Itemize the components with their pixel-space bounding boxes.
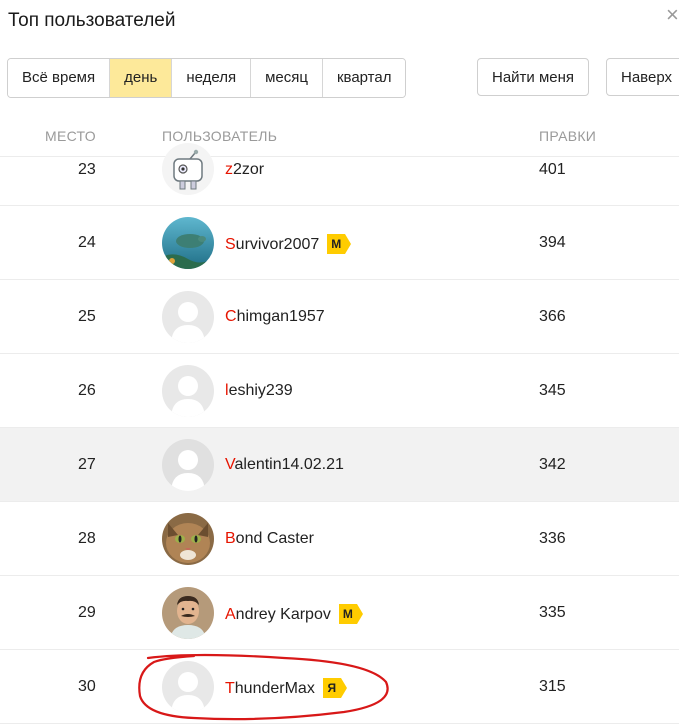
user-name-link[interactable]: Survivor2007 М: [225, 234, 352, 254]
edits-value: 335: [539, 604, 566, 621]
robot-cartoon-icon[interactable]: [162, 143, 214, 195]
place-value: 23: [78, 161, 96, 178]
edits-value: 345: [539, 382, 566, 399]
table-row[interactable]: 25 Chimgan1957 366: [0, 280, 679, 354]
default-user-icon[interactable]: [162, 291, 214, 343]
to-top-button[interactable]: Наверх: [606, 58, 679, 96]
user-name-link[interactable]: z2zor: [225, 161, 264, 179]
table-row[interactable]: 28 Bond Caster 336: [0, 502, 679, 576]
tab-week[interactable]: неделя: [172, 59, 252, 97]
period-selector: Всё время день неделя месяц квартал: [7, 58, 407, 98]
place-value: 30: [78, 678, 96, 695]
table-row[interactable]: 26 leshiy239 345: [0, 354, 679, 428]
place-value: 29: [78, 604, 96, 621]
find-me-button[interactable]: Найти меня: [477, 58, 590, 96]
edits-value: 394: [539, 234, 566, 251]
tab-day[interactable]: день: [110, 59, 173, 97]
place-value: 25: [78, 308, 96, 325]
status-badge: М: [327, 234, 352, 254]
status-badge: М: [338, 604, 363, 624]
column-header-place: МЕСТО: [45, 128, 96, 144]
man-mustache-photo[interactable]: [162, 587, 214, 639]
edits-value: 401: [539, 161, 566, 178]
tab-quarter[interactable]: квартал: [322, 59, 406, 97]
user-name-link[interactable]: leshiy239: [225, 382, 293, 400]
user-name-link[interactable]: Andrey Karpov М: [225, 604, 363, 624]
edits-value: 336: [539, 530, 566, 547]
table-row[interactable]: 24 Survivor2007 М 394: [0, 206, 679, 280]
default-user-icon[interactable]: [162, 439, 214, 491]
place-value: 28: [78, 530, 96, 547]
edits-value: 366: [539, 308, 566, 325]
page-title: Топ пользователей: [8, 10, 176, 31]
table-row[interactable]: 27 Valentin14.02.21 342: [0, 428, 679, 502]
sea-turtle-photo[interactable]: [162, 217, 214, 269]
cat-photo[interactable]: [162, 513, 214, 565]
column-header-user: ПОЛЬЗОВАТЕЛЬ: [162, 128, 278, 144]
table-row[interactable]: 23 z2zor 401: [0, 143, 679, 206]
place-value: 26: [78, 382, 96, 399]
user-name-link[interactable]: Chimgan1957: [225, 308, 325, 326]
edits-value: 342: [539, 456, 566, 473]
user-name-link[interactable]: Bond Caster: [225, 530, 314, 548]
user-name-link[interactable]: Valentin14.02.21: [225, 456, 344, 474]
tab-month[interactable]: месяц: [251, 59, 323, 97]
place-value: 27: [78, 456, 96, 473]
place-value: 24: [78, 234, 96, 251]
table-row[interactable]: 29 Andrey Karpov М 335: [0, 576, 679, 650]
edits-value: 315: [539, 678, 566, 695]
close-icon[interactable]: ×: [666, 4, 679, 26]
default-user-icon[interactable]: [162, 365, 214, 417]
hand-drawn-circle-annotation: [138, 653, 389, 721]
column-header-edits: ПРАВКИ: [539, 128, 597, 144]
tab-all-time[interactable]: Всё время: [8, 59, 111, 97]
